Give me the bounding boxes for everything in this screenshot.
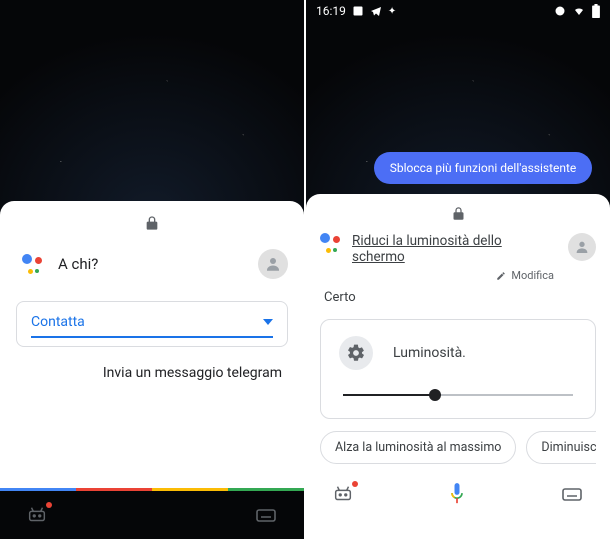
explore-button[interactable]: [26, 504, 48, 526]
keyboard-button[interactable]: [560, 482, 584, 506]
edit-query-button[interactable]: Modifica: [320, 269, 554, 282]
unlock-pill-button[interactable]: Sblocca più funzioni dell'assistente: [374, 152, 593, 184]
brightness-card: Luminosità.: [320, 319, 596, 419]
select-label: Contatta: [31, 314, 85, 330]
slider-knob[interactable]: [429, 389, 441, 401]
notification-dot-icon: [352, 481, 358, 487]
phone-left: A chi? Contatta Invia un messaggio teleg…: [0, 0, 304, 539]
lock-icon: [451, 206, 466, 221]
bottom-bar: [306, 470, 610, 518]
brightness-slider[interactable]: [343, 394, 573, 396]
mic-button[interactable]: [439, 476, 475, 512]
avatar[interactable]: [568, 233, 596, 261]
assistant-panel: Riduci la luminosità dello schermo Modif…: [306, 194, 610, 539]
assistant-logo-icon: [22, 254, 42, 274]
assistant-panel: A chi? Contatta Invia un messaggio teleg…: [0, 201, 304, 491]
phone-right: 16:19 ✦ Sblocca più funzioni dell'assist…: [306, 0, 610, 539]
dropdown-icon: [263, 319, 273, 325]
assistant-status-icon: ✦: [388, 6, 396, 17]
battery-icon: [592, 4, 600, 18]
do-not-disturb-icon: [554, 5, 566, 17]
telegram-icon: [370, 5, 382, 17]
wifi-icon: [572, 5, 586, 17]
keyboard-button[interactable]: [254, 503, 278, 527]
avatar[interactable]: [258, 249, 288, 279]
assistant-logo-icon: [320, 233, 340, 253]
pencil-icon: [496, 271, 506, 281]
status-time: 16:19: [316, 4, 346, 18]
assistant-prompt: A chi?: [58, 255, 242, 273]
contact-select-card[interactable]: Contatta: [16, 301, 288, 347]
notification-dot-icon: [46, 502, 52, 508]
chip-raise-brightness[interactable]: Alza la luminosità al massimo: [320, 431, 516, 464]
gear-icon: [339, 336, 373, 370]
user-query[interactable]: Riduci la luminosità dello schermo: [352, 233, 556, 265]
bottom-bar: [0, 491, 304, 539]
rainbow-divider: [0, 488, 304, 491]
sub-action-text[interactable]: Invia un messaggio telegram: [22, 365, 282, 381]
chip-lower-brightness[interactable]: Diminuisci luminosità s: [526, 431, 596, 464]
status-bar: 16:19 ✦: [306, 0, 610, 22]
assistant-reply: Certo: [324, 290, 592, 305]
card-title: Luminosità.: [393, 345, 466, 361]
lock-icon: [144, 215, 160, 231]
suggestion-chips: Alza la luminosità al massimo Diminuisci…: [320, 431, 596, 464]
image-icon: [352, 5, 364, 17]
explore-button[interactable]: [332, 483, 354, 505]
